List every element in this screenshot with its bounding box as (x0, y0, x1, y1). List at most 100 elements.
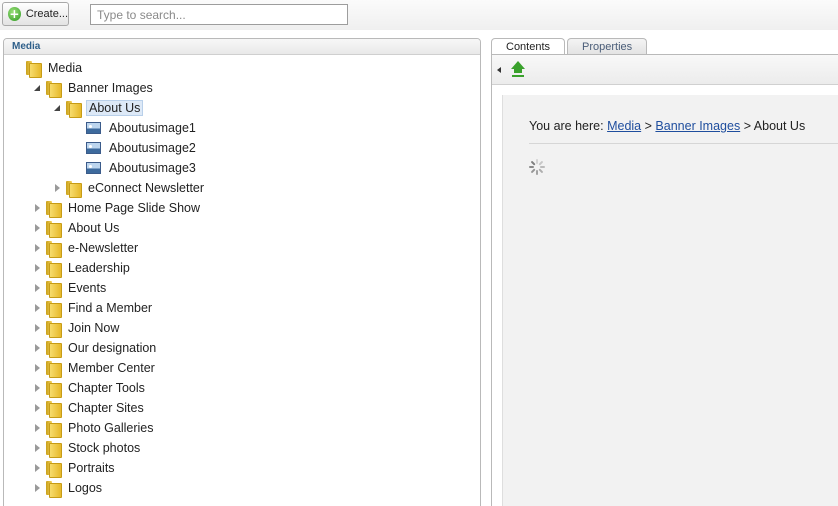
collapsed-arrow-icon[interactable] (32, 483, 42, 493)
collapsed-arrow-icon[interactable] (32, 303, 42, 313)
folder-icon (26, 60, 42, 78)
breadcrumb-link-media[interactable]: Media (607, 119, 641, 133)
breadcrumb-prefix: You are here: (529, 119, 604, 133)
create-button[interactable]: + Create... (2, 2, 69, 26)
tree-node[interactable]: Banner Images (32, 78, 155, 98)
folder-icon (66, 180, 82, 198)
collapsed-arrow-icon[interactable] (32, 463, 42, 473)
tree-node-label[interactable]: Logos (66, 480, 104, 496)
tree-node[interactable]: Logos (32, 478, 104, 498)
tree-node[interactable]: Member Center (32, 358, 157, 378)
tree-node-label[interactable]: Aboutusimage1 (107, 120, 198, 136)
tree-node-label[interactable]: Media (46, 60, 84, 76)
collapsed-arrow-icon[interactable] (32, 423, 42, 433)
collapsed-arrow-icon[interactable] (32, 343, 42, 353)
tree-node[interactable]: e-Newsletter (32, 238, 140, 258)
spinner-tick (536, 170, 538, 175)
collapsed-arrow-icon[interactable] (32, 443, 42, 453)
collapsed-arrow-icon[interactable] (52, 183, 62, 193)
folder-icon (46, 460, 62, 478)
breadcrumb-separator: > (743, 119, 751, 133)
folder-icon (46, 320, 62, 338)
collapsed-arrow-icon[interactable] (32, 323, 42, 333)
tree-node-label[interactable]: Aboutusimage2 (107, 140, 198, 156)
tree-node-label[interactable]: Leadership (66, 260, 132, 276)
folder-icon (46, 440, 62, 458)
tree-node[interactable]: Photo Galleries (32, 418, 155, 438)
media-tree-panel: Media Media Banner Images About Us Aboutusi… (3, 38, 481, 506)
tree-node-label[interactable]: About Us (86, 100, 144, 116)
collapsed-arrow-icon[interactable] (32, 363, 42, 373)
tree-node-label[interactable]: Aboutusimage3 (107, 160, 198, 176)
tree-node[interactable]: Find a Member (32, 298, 154, 318)
tree-node-label[interactable]: Photo Galleries (66, 420, 155, 436)
collapse-arrow-icon[interactable] (497, 67, 501, 73)
collapsed-arrow-icon[interactable] (32, 383, 42, 393)
tree-node-label[interactable]: eConnect Newsletter (86, 180, 206, 196)
spinner-tick (538, 168, 544, 174)
tree-node-label[interactable]: Join Now (66, 320, 121, 336)
collapsed-arrow-icon[interactable] (32, 243, 42, 253)
tree-node-label[interactable]: Stock photos (66, 440, 142, 456)
folder-icon (46, 380, 62, 398)
folder-icon (46, 420, 62, 438)
tree-node-label[interactable]: About Us (66, 220, 121, 236)
folder-icon (46, 220, 62, 238)
spinner-tick (530, 160, 536, 166)
collapsed-arrow-icon[interactable] (32, 403, 42, 413)
expanded-arrow-icon[interactable] (32, 83, 42, 93)
tree-node[interactable]: Leadership (32, 258, 132, 278)
collapsed-arrow-icon[interactable] (32, 263, 42, 273)
folder-icon (46, 80, 62, 98)
breadcrumb-divider (529, 143, 838, 144)
tree-node[interactable]: Join Now (32, 318, 121, 338)
breadcrumb-link-banner-images[interactable]: Banner Images (655, 119, 740, 133)
tab-properties[interactable]: Properties (567, 38, 648, 55)
breadcrumb-current: About Us (753, 119, 806, 133)
tree-node-label[interactable]: Chapter Tools (66, 380, 147, 396)
top-toolbar: + Create... (0, 0, 838, 30)
folder-icon (46, 360, 62, 378)
folder-icon (46, 340, 62, 358)
tree-node[interactable]: Events (32, 278, 108, 298)
folder-icon (46, 480, 62, 498)
tree-node-label[interactable]: Find a Member (66, 300, 154, 316)
spinner-tick (530, 168, 536, 174)
tree-node-label[interactable]: Member Center (66, 360, 157, 376)
image-icon (86, 162, 101, 174)
detail-tabs: Contents Properties (491, 38, 649, 55)
tree-node[interactable]: Chapter Sites (32, 398, 146, 418)
tree-node-label[interactable]: Portraits (66, 460, 117, 476)
search-input[interactable] (90, 4, 348, 25)
tree-node[interactable]: About Us (52, 98, 144, 118)
tree-node-label[interactable]: Our designation (66, 340, 158, 356)
expanded-arrow-icon[interactable] (52, 103, 62, 113)
tree-node[interactable]: Stock photos (32, 438, 142, 458)
loading-spinner-icon (529, 159, 545, 175)
detail-toolbar (492, 55, 838, 85)
tree-node[interactable]: Our designation (32, 338, 158, 358)
tree-node[interactable]: Home Page Slide Show (32, 198, 202, 218)
folder-icon (46, 200, 62, 218)
tree-node-label[interactable]: Chapter Sites (66, 400, 146, 416)
tree-node[interactable]: Chapter Tools (32, 378, 147, 398)
upload-icon[interactable] (510, 61, 526, 77)
tree-node[interactable]: Media (12, 58, 84, 78)
tree-node-label[interactable]: Banner Images (66, 80, 155, 96)
tree-node-label[interactable]: e-Newsletter (66, 240, 140, 256)
folder-icon (46, 240, 62, 258)
tree-node[interactable]: Aboutusimage2 (72, 138, 198, 158)
collapsed-arrow-icon[interactable] (32, 283, 42, 293)
tree-node[interactable]: Portraits (32, 458, 117, 478)
collapsed-arrow-icon[interactable] (32, 223, 42, 233)
tree-node-label[interactable]: Home Page Slide Show (66, 200, 202, 216)
spinner-tick (538, 160, 544, 166)
tree-node[interactable]: About Us (32, 218, 121, 238)
spinner-tick (529, 166, 534, 168)
tree-node[interactable]: Aboutusimage3 (72, 158, 198, 178)
tree-node[interactable]: Aboutusimage1 (72, 118, 198, 138)
tree-node[interactable]: eConnect Newsletter (52, 178, 206, 198)
tab-contents[interactable]: Contents (491, 38, 566, 55)
tree-node-label[interactable]: Events (66, 280, 108, 296)
collapsed-arrow-icon[interactable] (32, 203, 42, 213)
